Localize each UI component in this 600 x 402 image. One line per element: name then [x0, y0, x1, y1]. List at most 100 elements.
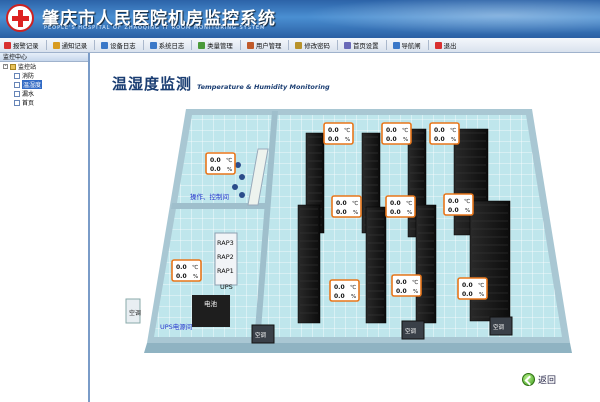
app-subtitle: PEOPLE'S HOSPITAL OF ZHAOQING IT ROOM MO… [44, 25, 266, 31]
sensor-readout[interactable]: 0.0 ℃ 0.0% [323, 122, 354, 145]
collapse-toggle-icon[interactable]: - [3, 64, 8, 69]
toolbar-separator [385, 40, 387, 50]
sensor-temp-value: 0.0 [210, 157, 221, 164]
hospital-cross-logo-icon [6, 4, 34, 32]
toolbar-item-exit[interactable]: 退出 [434, 41, 457, 50]
sensor-temp-unit: ℃ [192, 264, 198, 271]
sensor-hum-unit: % [351, 294, 356, 300]
toolbar-item-label: 退出 [443, 41, 457, 50]
toolbar-item-home-settings[interactable]: 首页设置 [343, 41, 379, 50]
alarm-icon [4, 41, 11, 49]
sidebar-item-0[interactable]: 消防 [0, 71, 88, 80]
sidebar-item-2[interactable]: 漏水 [0, 89, 88, 98]
sensor-readout[interactable]: 0.0 ℃ 0.0% [205, 152, 236, 175]
sensor-temp-value: 0.0 [328, 127, 339, 134]
toolbar-item-label: 导航闸 [401, 41, 421, 50]
operation-room-label: 操作、控制间 [190, 192, 229, 201]
toolbar-item-notice[interactable]: 通知记录 [52, 41, 88, 50]
navigation-icon [392, 41, 400, 49]
sensor-readout[interactable]: 0.0 ℃ 0.0% [443, 193, 474, 216]
sensor-readout[interactable]: 0.0 ℃ 0.0% [385, 195, 416, 218]
exit-icon [434, 41, 442, 49]
toolbar-item-device-log[interactable]: 设备日志 [101, 41, 136, 50]
sensor-hum-unit: % [465, 208, 470, 214]
aircon-label: 空调 [255, 331, 267, 339]
page-subtitle: Temperature & Humidity Monitoring [197, 83, 330, 91]
toolbar-item-key[interactable]: 修改密码 [295, 41, 330, 50]
sensor-hum-value: 0.0 [336, 209, 347, 216]
aircon-label: 空调 [405, 327, 417, 335]
toolbar-separator [142, 40, 144, 50]
sensor-temp-value: 0.0 [434, 127, 445, 134]
sensor-temp-value: 0.0 [396, 279, 407, 286]
toolbar-item-navigation[interactable]: 导航闸 [392, 41, 421, 50]
header-glow [270, 0, 600, 38]
key-icon [295, 41, 303, 49]
rack-body [365, 206, 387, 324]
sensor-readout[interactable]: 0.0 ℃ 0.0% [329, 279, 360, 302]
sensor-hum-value: 0.0 [210, 166, 221, 173]
sensor-hum-value: 0.0 [334, 293, 345, 300]
sensor-hum-unit: % [407, 210, 412, 216]
operator-chair-icon [235, 162, 241, 168]
app-header: 肇庆市人民医院机房监控系统 PEOPLE'S HOSPITAL OF ZHAOQ… [0, 0, 600, 38]
sensor-temp-value: 0.0 [386, 127, 397, 134]
sensor-hum-unit: % [345, 137, 350, 143]
return-button[interactable]: 返回 [522, 373, 556, 386]
sensor-temp-unit: ℃ [464, 198, 470, 205]
sidebar-item-label: 温湿度 [22, 80, 43, 89]
tree-root-label: 监控站 [18, 64, 37, 71]
sensor-hum-value: 0.0 [176, 273, 187, 280]
ups-room-label: UPS电源间 [160, 322, 192, 331]
sensor-hum-value: 0.0 [396, 288, 407, 295]
sensor-temp-unit: ℃ [226, 157, 232, 164]
toolbar: 报警记录 通知记录 设备日志 系统日志 类量管理 用户管理 修改密码 首页设置 导航闸 退出 [0, 38, 600, 53]
page-icon [14, 81, 20, 88]
operator-chair-icon [239, 192, 245, 198]
toolbar-item-label: 通知记录 [61, 41, 88, 50]
sensor-temp-unit: ℃ [450, 127, 456, 134]
outer-wall-front [144, 343, 572, 353]
sensor-temp-unit: ℃ [344, 127, 350, 134]
sensor-hum-unit: % [353, 210, 358, 216]
sensor-hum-unit: % [193, 274, 198, 280]
sidebar: 监控中心 - 监控站 消防 温湿度 漏水 首页 [0, 53, 90, 402]
toolbar-item-label: 用户管理 [255, 41, 282, 50]
sidebar-header: 监控中心 [0, 53, 88, 62]
sidebar-item-1[interactable]: 温湿度 [0, 80, 88, 89]
page-icon [14, 99, 20, 106]
sensor-readout[interactable]: 0.0 ℃ 0.0% [331, 195, 362, 218]
sensor-readout[interactable]: 0.0 ℃ 0.0% [429, 122, 460, 145]
folder-icon [10, 63, 16, 70]
sensor-hum-value: 0.0 [462, 291, 473, 298]
sensor-readout[interactable]: 0.0 ℃ 0.0% [391, 274, 422, 297]
server-rack-row [415, 204, 437, 324]
users-icon [246, 41, 254, 49]
sensor-hum-value: 0.0 [434, 136, 445, 143]
sidebar-item-label: 消防 [22, 73, 35, 80]
toolbar-item-label: 首页设置 [352, 41, 379, 50]
sensor-temp-unit: ℃ [402, 127, 408, 134]
sensor-readout[interactable]: 0.0 ℃ 0.0% [171, 259, 202, 282]
ups-label: UPS [220, 283, 233, 291]
sensor-temp-value: 0.0 [336, 200, 347, 207]
return-icon [522, 373, 535, 386]
toolbar-item-system-log[interactable]: 系统日志 [149, 41, 185, 50]
bin-box-label: 空调 [129, 309, 141, 317]
toolbar-item-label: 类量管理 [207, 41, 233, 50]
toolbar-item-alarm[interactable]: 报警记录 [4, 41, 39, 50]
device-log-icon [101, 41, 109, 49]
toolbar-item-category[interactable]: 类量管理 [198, 41, 233, 50]
toolbar-item-label: 系统日志 [158, 41, 185, 50]
server-rack-row [365, 206, 387, 324]
sensor-readout[interactable]: 0.0 ℃ 0.0% [381, 122, 412, 145]
toolbar-separator [191, 40, 193, 50]
toolbar-item-users[interactable]: 用户管理 [246, 41, 282, 50]
sensor-temp-value: 0.0 [462, 282, 473, 289]
toolbar-item-label: 设备日志 [110, 41, 136, 50]
sensor-temp-value: 0.0 [448, 198, 459, 205]
sensor-readout[interactable]: 0.0 ℃ 0.0% [457, 277, 488, 300]
category-icon [198, 41, 206, 49]
sidebar-item-3[interactable]: 首页 [0, 98, 88, 107]
tree-root[interactable]: - 监控站 [0, 62, 88, 71]
